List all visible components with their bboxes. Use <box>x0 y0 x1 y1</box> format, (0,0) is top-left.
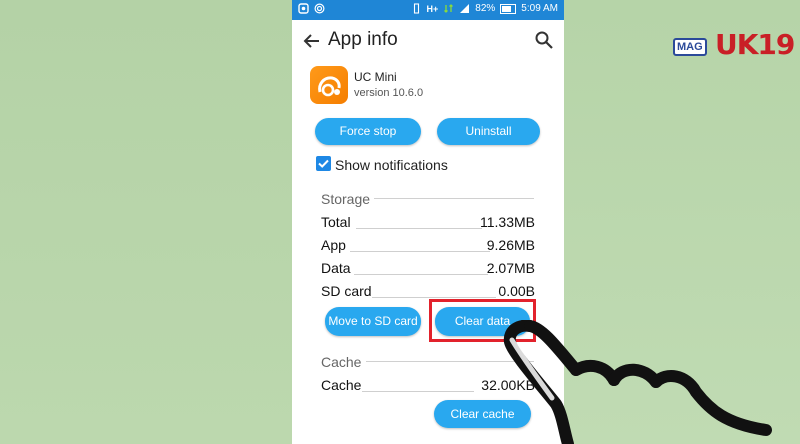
divider <box>350 251 490 252</box>
uc-mini-app-icon <box>310 66 348 104</box>
logo-mag-text: MAG <box>673 38 707 56</box>
battery-icon <box>500 3 517 14</box>
divider <box>356 228 482 229</box>
storage-row-label: Data <box>321 260 351 276</box>
network-type: H+ <box>426 3 439 14</box>
divider <box>354 274 488 275</box>
storage-row-label: App <box>321 237 346 253</box>
storage-row-value: 11.33MB <box>480 214 535 230</box>
hotspot-icon <box>314 3 325 14</box>
storage-row-value: 0.00B <box>498 283 535 299</box>
storage-row-label: SD card <box>321 283 372 299</box>
notification-icon <box>298 3 309 14</box>
uninstall-button[interactable]: Uninstall <box>437 118 540 145</box>
storage-row-value: 9.26MB <box>486 237 535 253</box>
show-notifications-checkbox[interactable] <box>316 156 331 171</box>
signal-icon <box>459 3 470 14</box>
show-notifications-label: Show notifications <box>335 157 448 173</box>
storage-row-label: Total <box>321 214 351 230</box>
divider <box>362 391 474 392</box>
storage-row-value: 2.07MB <box>486 260 535 276</box>
watermark-logo: MAG UK19 <box>673 28 795 64</box>
search-icon[interactable] <box>534 30 554 50</box>
vibrate-icon <box>411 3 422 14</box>
app-bar: App info <box>292 20 564 64</box>
page-title: App info <box>328 29 398 50</box>
battery-percent: 82% <box>475 3 496 14</box>
divider <box>372 297 496 298</box>
force-stop-button[interactable]: Force stop <box>315 118 421 145</box>
background-left <box>0 0 292 444</box>
cache-row-label: Cache <box>321 377 362 393</box>
divider <box>374 198 534 199</box>
cache-header: Cache <box>321 354 362 370</box>
move-to-sd-card-button[interactable]: Move to SD card <box>325 307 421 336</box>
app-name: UC Mini <box>354 70 397 84</box>
storage-header: Storage <box>321 191 371 207</box>
app-version: version 10.6.0 <box>354 87 424 99</box>
data-icon <box>443 3 454 14</box>
status-bar: H+ 82% 5:09 AM <box>292 0 564 20</box>
clock: 5:09 AM <box>521 3 558 14</box>
back-arrow-icon[interactable] <box>301 30 323 52</box>
pointing-hand-icon <box>503 320 772 444</box>
logo-brand-text: UK19 <box>715 28 795 61</box>
